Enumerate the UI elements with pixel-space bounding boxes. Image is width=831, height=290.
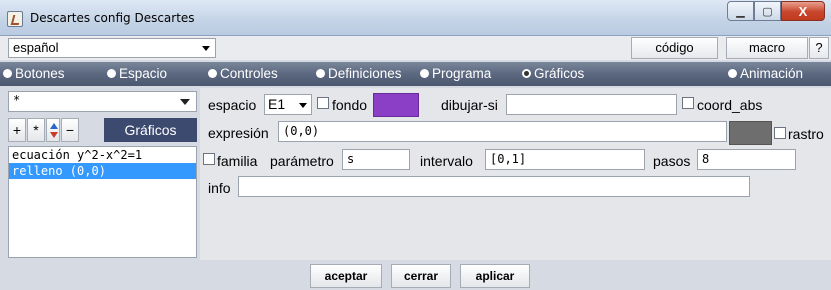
radio-selected-icon	[522, 68, 531, 78]
help-button[interactable]: ?	[809, 37, 829, 59]
espacio-value: E1	[268, 96, 286, 112]
info-input[interactable]	[238, 176, 750, 197]
fondo-label: fondo	[332, 97, 368, 113]
radio-icon	[107, 68, 116, 78]
close-icon: X	[798, 3, 808, 19]
filter-value: *	[13, 93, 21, 107]
dibujar-si-label: dibujar-si	[441, 97, 498, 113]
codigo-button[interactable]: código	[631, 37, 718, 59]
maximize-icon: ▢	[762, 5, 773, 18]
parametro-label: parámetro	[270, 153, 334, 169]
tab-controles[interactable]: Controles	[208, 66, 278, 82]
remove-button[interactable]: −	[61, 118, 79, 142]
radio-icon	[316, 68, 325, 78]
intervalo-label: intervalo	[420, 153, 473, 169]
move-up-down-button[interactable]	[46, 118, 60, 142]
list-toolbar: + * −	[8, 118, 80, 142]
espacio-label: espacio	[208, 97, 257, 113]
macro-button[interactable]: macro	[726, 37, 808, 59]
tab-espacio[interactable]: Espacio	[107, 66, 167, 82]
intervalo-input[interactable]: [0,1]	[485, 149, 645, 170]
rastro-color-swatch[interactable]	[729, 121, 772, 145]
language-select[interactable]: español	[8, 38, 216, 58]
expresion-label: expresión	[208, 125, 269, 141]
add-button[interactable]: +	[8, 118, 26, 142]
familia-label: familia	[217, 153, 258, 169]
rastro-label: rastro	[788, 126, 824, 142]
window-title: Descartes config Descartes	[30, 11, 195, 25]
radio-icon	[208, 68, 217, 78]
minimize-button[interactable]: ▁	[727, 1, 754, 21]
pasos-input[interactable]: 8	[697, 149, 796, 170]
window-controls: ▁ ▢ X	[727, 1, 825, 23]
espacio-select[interactable]: E1	[264, 94, 312, 115]
chevron-down-icon	[299, 103, 307, 108]
section-label: Gráficos	[104, 118, 197, 142]
radio-icon	[420, 68, 429, 78]
tab-animacion[interactable]: Animación	[728, 66, 803, 82]
aceptar-button[interactable]: aceptar	[310, 264, 382, 288]
java-app-icon	[7, 11, 23, 27]
fondo-checkbox[interactable]	[317, 97, 329, 109]
coord-abs-checkbox[interactable]	[682, 97, 694, 109]
coord-abs-label: coord_abs	[697, 97, 763, 113]
rastro-checkbox[interactable]	[774, 127, 786, 139]
pasos-label: pasos	[653, 153, 691, 169]
fondo-color-swatch[interactable]	[373, 93, 419, 117]
parametro-input[interactable]: s	[342, 149, 410, 170]
minimize-icon: ▁	[736, 5, 745, 18]
tab-definiciones[interactable]: Definiciones	[316, 66, 402, 82]
expresion-input[interactable]: (0,0)	[278, 121, 727, 142]
dibujar-si-input[interactable]	[506, 94, 677, 115]
cerrar-button[interactable]: cerrar	[391, 264, 451, 288]
aplicar-button[interactable]: aplicar	[460, 264, 530, 288]
list-item[interactable]: ecuación y^2-x^2=1	[9, 147, 196, 163]
graphics-list[interactable]: ecuación y^2-x^2=1 relleno (0,0)	[8, 146, 197, 258]
info-label: info	[208, 180, 231, 196]
tab-programa[interactable]: Programa	[420, 66, 491, 82]
radio-icon	[728, 68, 737, 78]
chevron-down-icon	[202, 46, 210, 51]
language-value: español	[13, 40, 59, 55]
tab-graficos[interactable]: Gráficos	[522, 66, 584, 82]
radio-icon	[3, 68, 12, 78]
copy-button[interactable]: *	[27, 118, 45, 142]
close-button[interactable]: X	[781, 1, 825, 21]
familia-checkbox[interactable]	[203, 153, 215, 165]
list-item-selected[interactable]: relleno (0,0)	[9, 163, 196, 179]
tab-botones[interactable]: Botones	[3, 66, 65, 82]
filter-combo[interactable]: *	[8, 91, 197, 112]
maximize-button[interactable]: ▢	[754, 1, 781, 21]
chevron-down-icon	[180, 99, 190, 105]
